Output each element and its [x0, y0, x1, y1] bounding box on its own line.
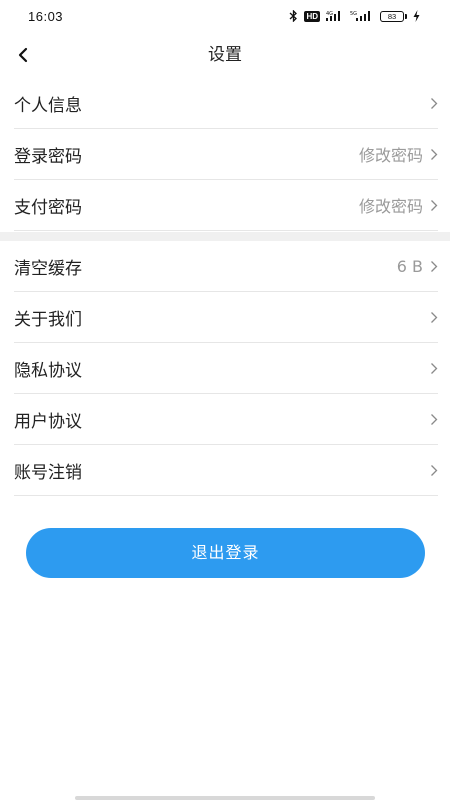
row-label: 个人信息	[14, 95, 82, 116]
page-title: 设置	[208, 45, 242, 65]
chevron-right-icon	[429, 361, 438, 375]
row-label: 关于我们	[14, 309, 82, 330]
row-label: 清空缓存	[14, 258, 82, 279]
header: 设置	[0, 32, 450, 78]
settings-row-clear-cache[interactable]: 清空缓存 6 B	[14, 241, 438, 292]
settings-group-general: 清空缓存 6 B 关于我们 隐私协议 用户协议 账号注销	[0, 241, 450, 496]
status-time: 16:03	[28, 8, 64, 24]
settings-row-payment-password[interactable]: 支付密码 修改密码	[14, 180, 438, 231]
row-label: 隐私协议	[14, 360, 82, 381]
settings-row-delete-account[interactable]: 账号注销	[14, 445, 438, 496]
signal-5g-icon: 5G	[350, 10, 374, 22]
battery-icon: 83	[380, 10, 407, 22]
row-value: 修改密码	[358, 146, 423, 165]
hd-icon: HD	[304, 10, 320, 22]
cache-size-value: 6 B	[396, 256, 423, 276]
row-label: 账号注销	[14, 462, 82, 483]
bluetooth-icon	[289, 10, 298, 22]
svg-text:4G: 4G	[326, 11, 333, 17]
battery-level: 83	[380, 10, 404, 22]
settings-row-login-password[interactable]: 登录密码 修改密码	[14, 129, 438, 180]
settings-group-account: 个人信息 登录密码 修改密码 支付密码 修改密码	[0, 78, 450, 231]
signal-4g-icon: 4G	[326, 10, 344, 22]
chevron-right-icon	[429, 198, 438, 212]
chevron-right-icon	[429, 96, 438, 110]
settings-row-about-us[interactable]: 关于我们	[14, 292, 438, 343]
row-label: 登录密码	[14, 146, 82, 167]
settings-row-user-agreement[interactable]: 用户协议	[14, 394, 438, 445]
chevron-right-icon	[429, 259, 438, 273]
settings-row-personal-info[interactable]: 个人信息	[14, 78, 438, 129]
row-label: 用户协议	[14, 411, 82, 432]
section-divider	[0, 232, 450, 241]
gesture-nav-bar	[75, 796, 375, 800]
svg-text:5G: 5G	[350, 11, 357, 17]
chevron-right-icon	[429, 147, 438, 161]
row-label: 支付密码	[14, 197, 82, 218]
status-icons: HD 4G 5G 83	[289, 10, 420, 22]
settings-row-privacy-policy[interactable]: 隐私协议	[14, 343, 438, 394]
chevron-right-icon	[429, 463, 438, 477]
logout-button[interactable]: 退出登录	[26, 528, 425, 578]
charging-icon	[413, 10, 420, 22]
chevron-right-icon	[429, 412, 438, 426]
chevron-right-icon	[429, 310, 438, 324]
row-value: 修改密码	[358, 197, 423, 216]
status-bar: 16:03 HD 4G 5G 83	[0, 0, 450, 32]
